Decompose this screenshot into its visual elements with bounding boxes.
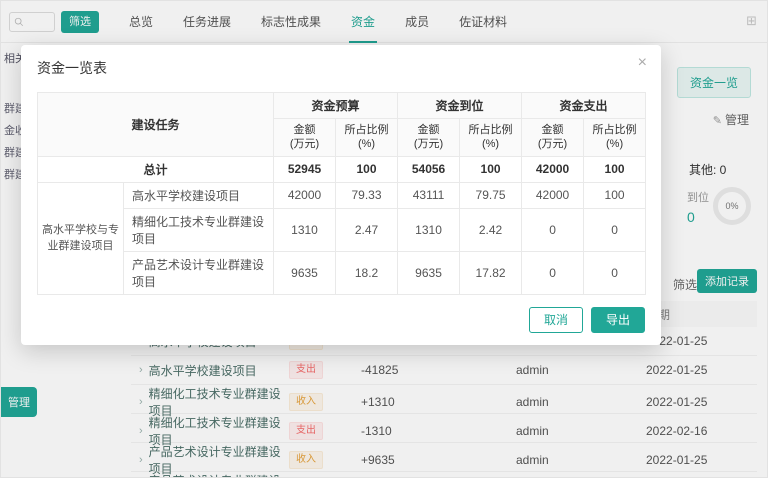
modal-footer: 取消 导出 xyxy=(21,295,661,335)
page: 筛选 总览 任务进展 标志性成果 资金 成员 佐证材料 ⊞ 相关 群建 金收支 … xyxy=(0,0,768,478)
table-row: 高水平学校与专业群建设项目 高水平学校建设项目 42000 79.33 4311… xyxy=(37,181,647,295)
col-construction-task: 建设任务 xyxy=(36,92,275,157)
subcol-ratio: 所占比例 (%) xyxy=(583,118,647,157)
funds-overview-modal: 资金一览表 × 建设任务 资金预算 资金到位 资金支出 金额 (万元) 所占比例(… xyxy=(21,45,661,345)
col-expenditure: 资金支出 xyxy=(521,92,647,119)
total-label: 总计 xyxy=(36,155,275,183)
subcol-amount: 金额 (万元) xyxy=(521,118,585,157)
subcol-ratio: 所占比例 (%) xyxy=(459,118,523,157)
task-name: 产品艺术设计专业群建设项目 xyxy=(122,250,275,295)
project-group-label: 高水平学校与专业群建设项目 xyxy=(37,181,124,295)
subcol-amount: 金额 (万元) xyxy=(397,118,461,157)
table-row: 精细化工技术专业群建设项目 1310 2.47 1310 2.42 0 0 xyxy=(38,207,647,252)
cancel-button[interactable]: 取消 xyxy=(528,306,583,333)
modal-title: 资金一览表 xyxy=(37,60,107,76)
table-row: 产品艺术设计专业群建设项目 9635 18.2 9635 17.82 0 0 xyxy=(38,250,647,295)
col-budget: 资金预算 xyxy=(273,92,399,119)
funds-summary-table: 建设任务 资金预算 资金到位 资金支出 金额 (万元) 所占比例 (%) 金额 (万元… xyxy=(36,92,647,295)
export-button[interactable]: 导出 xyxy=(590,306,645,333)
subcol-amount: 金额 (万元) xyxy=(273,118,337,157)
total-row: 总计 52945 100 54056 100 42000 100 xyxy=(36,155,647,183)
col-in-place: 资金到位 xyxy=(397,92,523,119)
task-name: 精细化工技术专业群建设项目 xyxy=(122,207,275,252)
task-name: 高水平学校建设项目 xyxy=(122,181,275,209)
close-icon[interactable]: × xyxy=(638,55,647,71)
subcol-ratio: 所占比例 (%) xyxy=(335,118,399,157)
